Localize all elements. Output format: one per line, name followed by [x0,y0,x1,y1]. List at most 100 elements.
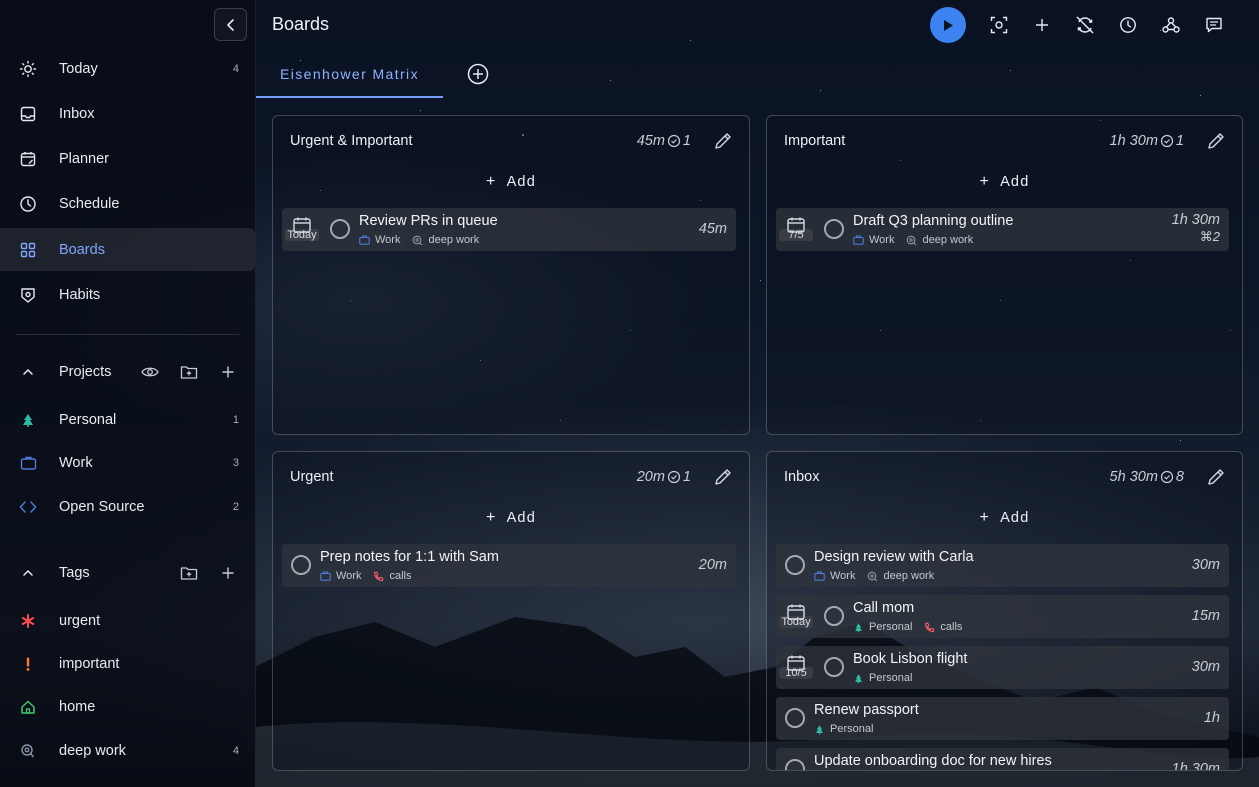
project-personal[interactable]: Personal 1 [0,398,255,441]
plus-icon: + [979,509,991,526]
task-name: Renew passport [814,702,919,718]
task-project: Work [814,570,855,582]
pencil-icon [715,133,731,149]
nav-today[interactable]: Today 4 [0,47,255,90]
task-card[interactable]: Today Review PRs in queue Work deep work… [282,208,736,251]
nav-habits[interactable]: Habits [0,273,255,316]
task-checkbox[interactable] [785,759,805,770]
nav-label: Inbox [59,105,95,122]
task-checkbox[interactable] [785,555,805,575]
projects-header[interactable]: Projects [0,352,255,392]
nav-boards[interactable]: Boards [0,228,255,271]
sync-off-button[interactable] [1063,7,1106,43]
add-task-button[interactable]: + Add [273,173,749,191]
edit-quadrant-button[interactable] [1204,465,1228,489]
nav-label: Schedule [59,195,120,212]
pencil-icon [1208,469,1224,485]
folder-add-icon[interactable] [169,357,208,387]
add-board-button[interactable] [467,63,489,85]
subtask-icon: ⌘ [1199,229,1213,244]
task-name: Design review with Carla [814,549,974,565]
nav-label: Habits [59,286,101,303]
task-date[interactable]: Today [779,603,813,628]
task-checkbox[interactable] [824,657,844,677]
tags-title: Tags [59,565,90,581]
task-date-label: 10/5 [779,667,813,679]
pencil-icon [715,469,731,485]
plus-icon: + [979,173,991,190]
task-date[interactable]: 10/5 [779,654,813,679]
tag-important[interactable]: important [0,642,255,685]
task-checkbox[interactable] [824,606,844,626]
task-tags: Work calls [320,570,411,582]
task-checkbox[interactable] [291,555,311,575]
edit-quadrant-button[interactable] [1204,129,1228,153]
task-card[interactable]: Design review with Carla Work deep work … [776,544,1229,587]
task-checkbox[interactable] [824,219,844,239]
comments-button[interactable] [1192,7,1235,43]
plus-icon: + [486,509,497,526]
tag-urgent[interactable]: urgent [0,599,255,642]
task-card[interactable]: 7/5 Draft Q3 planning outline Work deep … [776,208,1229,251]
quadrant-count: 8 [1175,469,1184,485]
task-tags: Work deep work [359,234,479,246]
task-checkbox[interactable] [330,219,350,239]
nav-inbox[interactable]: Inbox [0,92,255,135]
briefcase-icon [320,571,331,581]
task-card[interactable]: Prep notes for 1:1 with Sam Work calls 2… [282,544,736,587]
webhook-icon [1161,17,1180,33]
task-date[interactable]: Today [285,216,319,241]
task-date-label: 7/5 [779,229,813,241]
nav-label: Today [59,60,98,77]
eye-icon[interactable] [130,357,169,387]
projects-title: Projects [59,364,112,380]
history-button[interactable] [1106,7,1149,43]
nav-count: 4 [232,62,239,75]
nav-planner[interactable]: Planner [0,137,255,180]
task-checkbox[interactable] [785,708,805,728]
task-tags: Personal [814,723,873,735]
task-card[interactable]: 10/5 Book Lisbon flight Personal 30m [776,646,1229,689]
folder-add-icon[interactable] [169,558,208,588]
clock-icon [1119,17,1136,33]
calendar-edit-icon [18,149,38,169]
edit-quadrant-button[interactable] [711,465,735,489]
tag-home[interactable]: home [0,685,255,728]
add-task-button[interactable]: + Add [273,509,749,527]
task-name: Prep notes for 1:1 with Sam [320,549,499,565]
quadrant-title: Urgent [290,469,334,485]
task-tags: Personal calls [853,621,962,633]
toolbar [930,7,1235,43]
quadrant-time: 1h 30m [1109,133,1158,149]
add-task-button[interactable] [1020,7,1063,43]
chevron-left-icon [226,18,234,31]
project-open-source[interactable]: Open Source 2 [0,485,255,528]
quadrant-urgent-important: Urgent & Important 45m 1 + Add Today Rev… [272,115,750,435]
task-duration: 15m [1191,608,1220,624]
task-duration: 30m [1191,659,1220,675]
add-task-button[interactable]: + Add [767,509,1242,527]
tab-eisenhower-matrix[interactable]: Eisenhower Matrix [256,52,443,98]
focus-capture-button[interactable] [977,7,1020,43]
clock-icon [18,194,38,214]
quadrant-time: 5h 30m [1109,469,1158,485]
play-button[interactable] [930,7,966,43]
add-project-icon[interactable] [208,357,247,387]
collapse-sidebar-button[interactable] [214,8,247,41]
message-icon [1205,17,1222,33]
project-work[interactable]: Work 3 [0,441,255,484]
home-icon [18,697,38,717]
nav-schedule[interactable]: Schedule [0,182,255,225]
task-date[interactable]: 7/5 [779,216,813,241]
task-card[interactable]: Renew passport Personal 1h [776,697,1229,740]
task-card[interactable]: Update onboarding doc for new hires 1h 3… [776,748,1229,770]
add-task-button[interactable]: + Add [767,173,1242,191]
plus-circle-icon [467,63,489,85]
tag-deep-work[interactable]: deep work 4 [0,729,255,772]
add-tag-icon[interactable] [208,558,247,588]
integrations-button[interactable] [1149,7,1192,43]
task-card[interactable]: Today Call mom Personal calls 15m [776,595,1229,638]
personal-project-icon [816,724,823,734]
edit-quadrant-button[interactable] [711,129,735,153]
tags-header[interactable]: Tags [0,553,255,593]
